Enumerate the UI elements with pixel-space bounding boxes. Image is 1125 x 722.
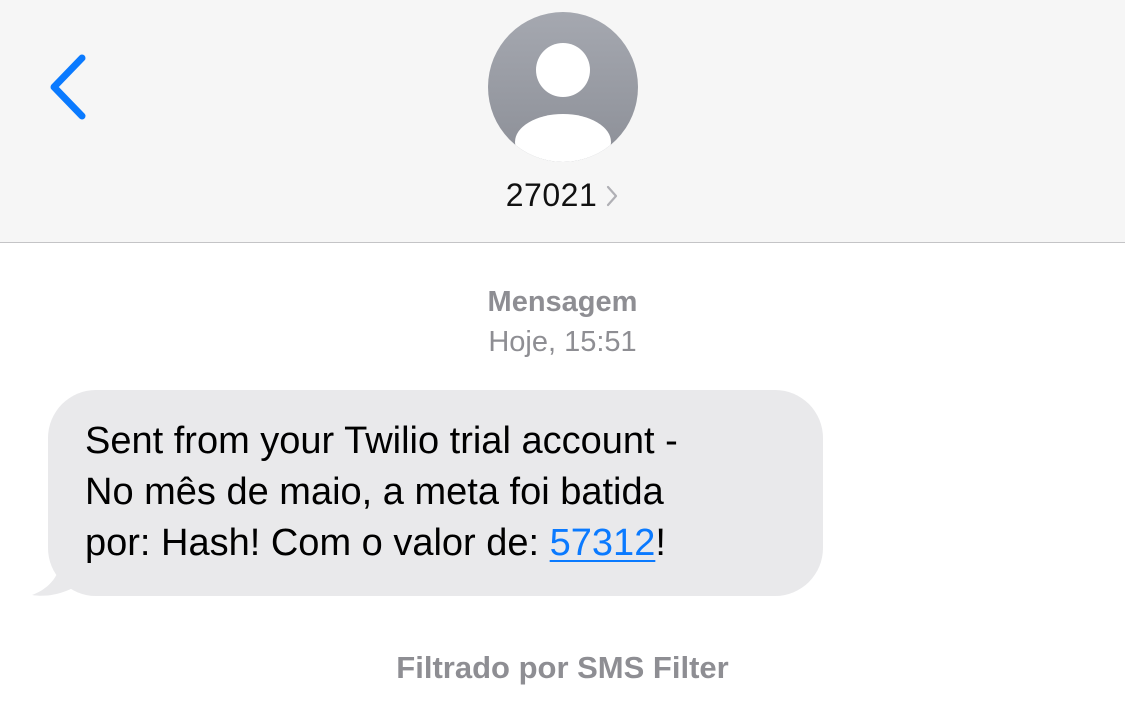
message-bubble[interactable]: Sent from your Twilio trial account - No… [48, 390, 823, 596]
message-text: ! [655, 522, 666, 564]
avatar[interactable] [488, 12, 638, 162]
chevron-left-icon [50, 54, 86, 120]
number-link[interactable]: 57312 [550, 522, 656, 564]
message-line: Sent from your Twilio trial account - [85, 420, 678, 462]
message-line: No mês de maio, a meta foi batida [85, 471, 664, 513]
back-button[interactable] [38, 48, 108, 128]
contact-name: 27021 [505, 176, 598, 213]
filter-note: Filtrado por SMS Filter [396, 650, 729, 685]
person-silhouette-icon [515, 43, 611, 162]
message-timestamp: Hoje, 15:51 [488, 326, 637, 358]
contact-info-button[interactable]: 27021 [0, 172, 1125, 218]
message-text: por: Hash! Com o valor de: [85, 522, 550, 564]
conversation-header: 27021 [0, 0, 1125, 243]
chevron-right-icon [607, 185, 618, 207]
messages-screen: 27021 Mensagem Hoje, 15:51 Sent from you… [0, 0, 1125, 722]
message-service-label: Mensagem [487, 286, 638, 318]
message-line: por: Hash! Com o valor de: 57312! [85, 518, 787, 569]
